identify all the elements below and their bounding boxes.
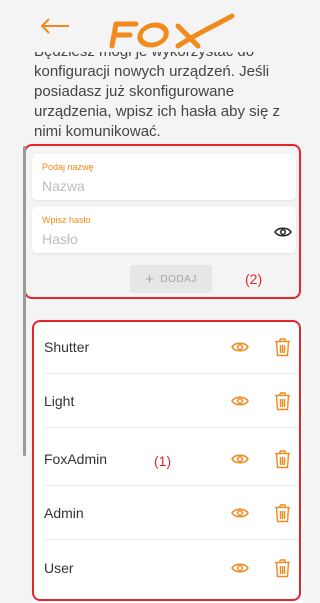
intro-text: Będziesz mógł je wykorzystać do konfigur… xyxy=(34,43,280,140)
form-region-label: (2) xyxy=(245,271,263,287)
fox-logo xyxy=(109,13,235,49)
list-region-label: (1) xyxy=(154,453,172,469)
app-header xyxy=(0,0,303,52)
arrow-left-icon[interactable] xyxy=(40,18,70,34)
scrollbar[interactable] xyxy=(23,146,26,456)
